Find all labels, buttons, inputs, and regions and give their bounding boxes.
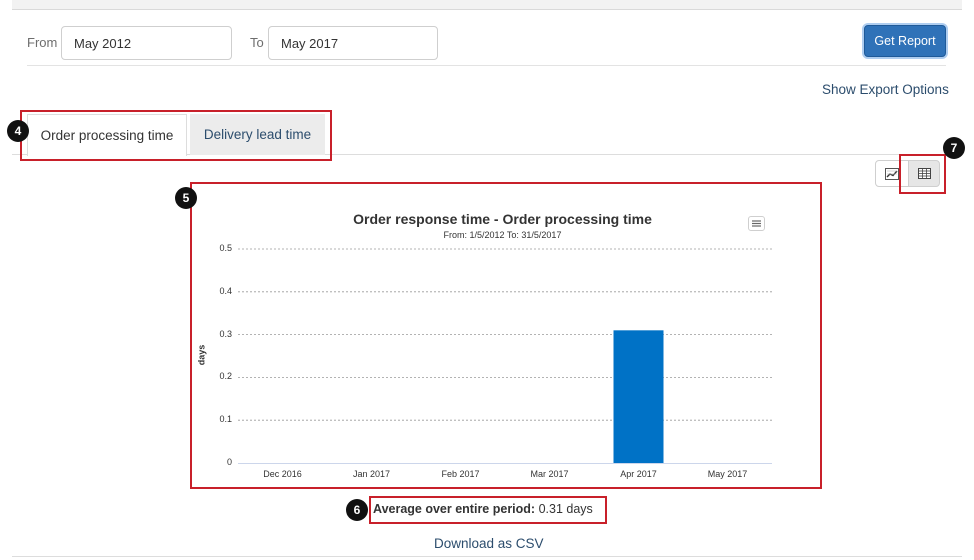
- x-tick-label: Feb 2017: [441, 469, 480, 479]
- average-summary: Average over entire period: 0.31 days: [373, 502, 593, 516]
- y-tick-label: 0.4: [219, 285, 232, 296]
- y-tick-label: 0.2: [219, 371, 232, 382]
- average-value: 0.31 days: [538, 502, 593, 516]
- average-label: Average over entire period:: [373, 502, 536, 516]
- x-tick-label: Dec 2016: [263, 469, 302, 479]
- x-tick-label: Mar 2017: [530, 469, 569, 479]
- x-tick-label: May 2017: [707, 469, 748, 479]
- y-tick-label: 0: [226, 457, 232, 467]
- y-tick-label: 0.1: [219, 414, 232, 425]
- download-csv-link[interactable]: Download as CSV: [434, 536, 544, 551]
- y-tick-label: 0.5: [219, 243, 232, 253]
- x-tick-label: Apr 2017: [620, 469, 657, 479]
- x-tick-label: Jan 2017: [352, 469, 391, 479]
- y-tick-label: 0.3: [219, 328, 232, 339]
- bar-apr-2017[interactable]: [613, 330, 664, 463]
- annotation-badge-6: 6: [346, 499, 368, 521]
- bottom-divider: [12, 556, 962, 557]
